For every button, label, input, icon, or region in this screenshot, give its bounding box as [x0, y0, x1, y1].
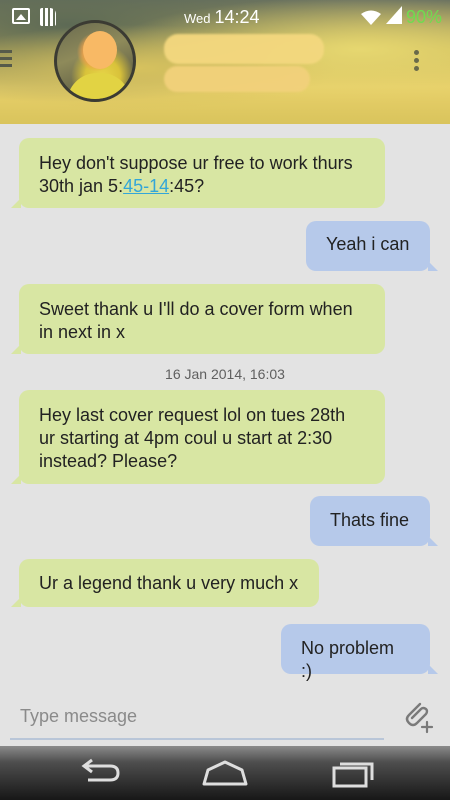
overflow-menu-icon[interactable]: [414, 50, 420, 74]
sim-card-icon: [40, 8, 56, 26]
status-day: Wed: [184, 11, 211, 26]
incoming-message[interactable]: Ur a legend thank u very much x: [11, 559, 319, 607]
timestamp-divider: 16 Jan 2014, 16:03: [165, 366, 285, 382]
message-list: Hey don't suppose ur free to work thurs …: [0, 124, 450, 684]
incoming-message[interactable]: Hey last cover request lol on tues 28th …: [11, 390, 385, 484]
outgoing-message[interactable]: Thats fine: [310, 496, 438, 546]
message-link[interactable]: 45-14: [123, 176, 169, 196]
contact-name-redacted: [164, 34, 324, 64]
conversation-header: Wed 14:24 90%: [0, 0, 450, 124]
notification-icons: [12, 8, 56, 26]
battery-percentage: 90%: [405, 7, 442, 27]
status-indicators: 90%: [360, 6, 442, 29]
home-icon[interactable]: [200, 756, 250, 790]
message-input[interactable]: [10, 694, 384, 740]
message-text: :45?: [169, 176, 205, 196]
signal-icon: [385, 6, 402, 29]
hamburger-icon[interactable]: [0, 50, 14, 70]
status-clock: Wed 14:24: [184, 7, 260, 28]
wifi-icon: [360, 10, 382, 26]
avatar-shirt: [67, 73, 131, 99]
back-icon[interactable]: [76, 756, 126, 790]
gallery-icon: [12, 8, 30, 24]
message-composer: [0, 684, 450, 746]
incoming-message[interactable]: Sweet thank u I'll do a cover form when …: [11, 284, 385, 354]
avatar-face: [83, 31, 117, 69]
incoming-message[interactable]: Hey don't suppose ur free to work thurs …: [11, 138, 385, 208]
status-time: 14:24: [214, 7, 260, 27]
message-text: No problem :): [301, 638, 395, 681]
navigation-bar: [0, 746, 450, 800]
message-text: Sweet thank u I'll do a cover form when …: [39, 299, 353, 342]
message-text: Yeah i can: [326, 234, 410, 254]
outgoing-message[interactable]: No problem :): [281, 624, 438, 681]
message-text: Thats fine: [330, 510, 410, 530]
outgoing-message[interactable]: Yeah i can: [306, 221, 438, 271]
message-text: Hey last cover request lol on tues 28th …: [39, 405, 346, 471]
contact-avatar[interactable]: [54, 20, 136, 102]
contact-number-redacted: [164, 66, 310, 92]
recent-apps-icon[interactable]: [328, 756, 378, 790]
paperclip-add-icon[interactable]: [400, 698, 436, 734]
message-text: Ur a legend thank u very much x: [39, 573, 299, 593]
